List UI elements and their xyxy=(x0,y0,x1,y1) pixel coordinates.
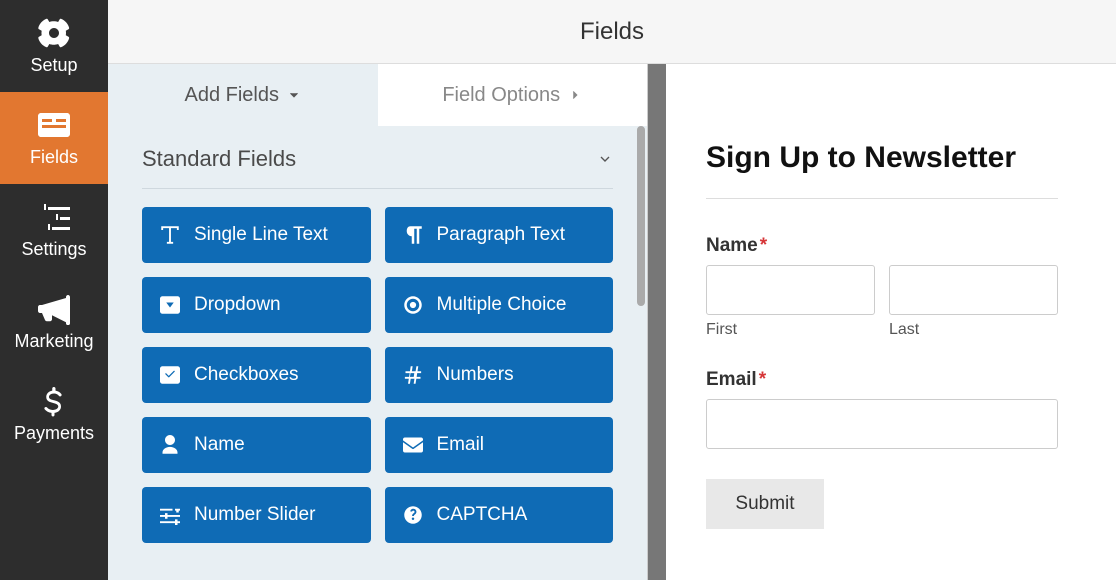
required-mark: * xyxy=(759,369,766,390)
fields-scrollbar[interactable] xyxy=(637,126,645,306)
form-title-divider xyxy=(706,198,1058,199)
tab-field-options[interactable]: Field Options xyxy=(378,64,648,126)
sidebar-item-label: Marketing xyxy=(14,331,93,352)
field-option-label: Name xyxy=(194,434,245,456)
text-icon xyxy=(160,225,180,245)
field-grid: Single Line Text Paragraph Text Dropdown Mu… xyxy=(108,203,647,563)
tab-add-fields[interactable]: Add Fields xyxy=(108,64,378,126)
field-option-multiple-choice[interactable]: Multiple Choice xyxy=(385,277,614,333)
field-option-name[interactable]: Name xyxy=(142,417,371,473)
paragraph-icon xyxy=(403,225,423,245)
field-email-label: Email* xyxy=(706,369,1058,391)
caret-square-icon xyxy=(160,295,180,315)
field-name-label: Name* xyxy=(706,235,1058,257)
sliders-icon xyxy=(38,201,70,233)
sidebar-item-label: Setup xyxy=(30,55,77,76)
submit-button[interactable]: Submit xyxy=(706,479,824,529)
form-icon xyxy=(38,109,70,141)
field-option-dropdown[interactable]: Dropdown xyxy=(142,277,371,333)
required-mark: * xyxy=(760,235,767,256)
field-option-paragraph-text[interactable]: Paragraph Text xyxy=(385,207,614,263)
field-option-label: Checkboxes xyxy=(194,364,299,386)
sliders-h-icon xyxy=(160,505,180,525)
tab-add-fields-label: Add Fields xyxy=(185,84,280,107)
sidebar-item-setup[interactable]: Setup xyxy=(0,0,108,92)
chevron-down-icon xyxy=(287,88,301,102)
builder-header-title: Fields xyxy=(580,18,644,46)
field-name[interactable]: Name* First Last xyxy=(706,235,1058,339)
panel-divider xyxy=(648,64,666,580)
builder-body: Add Fields Field Options Standard Fields… xyxy=(108,64,1116,580)
field-option-label: Dropdown xyxy=(194,294,281,316)
email-label-text: Email xyxy=(706,369,757,390)
group-standard-fields-title: Standard Fields xyxy=(142,146,296,172)
fields-panel: Add Fields Field Options Standard Fields… xyxy=(108,64,648,580)
field-option-number-slider[interactable]: Number Slider xyxy=(142,487,371,543)
sidebar-item-settings[interactable]: Settings xyxy=(0,184,108,276)
name-label-text: Name xyxy=(706,235,758,256)
hash-icon xyxy=(403,365,423,385)
tab-field-options-label: Field Options xyxy=(442,84,560,107)
last-name-sublabel: Last xyxy=(889,321,1058,339)
first-name-sublabel: First xyxy=(706,321,875,339)
field-option-single-line-text[interactable]: Single Line Text xyxy=(142,207,371,263)
field-email[interactable]: Email* xyxy=(706,369,1058,449)
gear-icon xyxy=(38,17,70,49)
field-option-numbers[interactable]: Numbers xyxy=(385,347,614,403)
form-title: Sign Up to Newsletter xyxy=(706,140,1058,176)
dollar-icon xyxy=(38,385,70,417)
chevron-down-icon xyxy=(597,151,613,167)
group-standard-fields-header[interactable]: Standard Fields xyxy=(108,126,647,182)
first-name-input[interactable] xyxy=(706,265,875,315)
field-option-label: Single Line Text xyxy=(194,224,328,246)
field-option-label: Number Slider xyxy=(194,504,315,526)
field-option-label: Multiple Choice xyxy=(437,294,567,316)
field-option-captcha[interactable]: CAPTCHA xyxy=(385,487,614,543)
builder-header: Fields xyxy=(108,0,1116,64)
bullhorn-icon xyxy=(38,293,70,325)
sidebar-item-label: Payments xyxy=(14,423,94,444)
sidebar-item-marketing[interactable]: Marketing xyxy=(0,276,108,368)
envelope-icon xyxy=(403,435,423,455)
group-divider xyxy=(142,188,613,189)
field-option-label: CAPTCHA xyxy=(437,504,528,526)
email-input[interactable] xyxy=(706,399,1058,449)
sidebar-item-label: Fields xyxy=(30,147,78,168)
last-name-input[interactable] xyxy=(889,265,1058,315)
sidebar-item-payments[interactable]: Payments xyxy=(0,368,108,460)
field-option-label: Email xyxy=(437,434,485,456)
question-icon xyxy=(403,505,423,525)
check-square-icon xyxy=(160,365,180,385)
radio-icon xyxy=(403,295,423,315)
field-option-label: Paragraph Text xyxy=(437,224,566,246)
sidebar: Setup Fields Settings Marketing Payments xyxy=(0,0,108,580)
form-preview: Sign Up to Newsletter Name* First Last xyxy=(666,64,1116,580)
field-option-label: Numbers xyxy=(437,364,514,386)
fields-tabs: Add Fields Field Options xyxy=(108,64,647,126)
builder-panel: Fields Add Fields Field Options Standard… xyxy=(108,0,1116,580)
field-option-checkboxes[interactable]: Checkboxes xyxy=(142,347,371,403)
user-icon xyxy=(160,435,180,455)
sidebar-item-fields[interactable]: Fields xyxy=(0,92,108,184)
chevron-right-icon xyxy=(568,88,582,102)
sidebar-item-label: Settings xyxy=(21,239,86,260)
field-option-email[interactable]: Email xyxy=(385,417,614,473)
